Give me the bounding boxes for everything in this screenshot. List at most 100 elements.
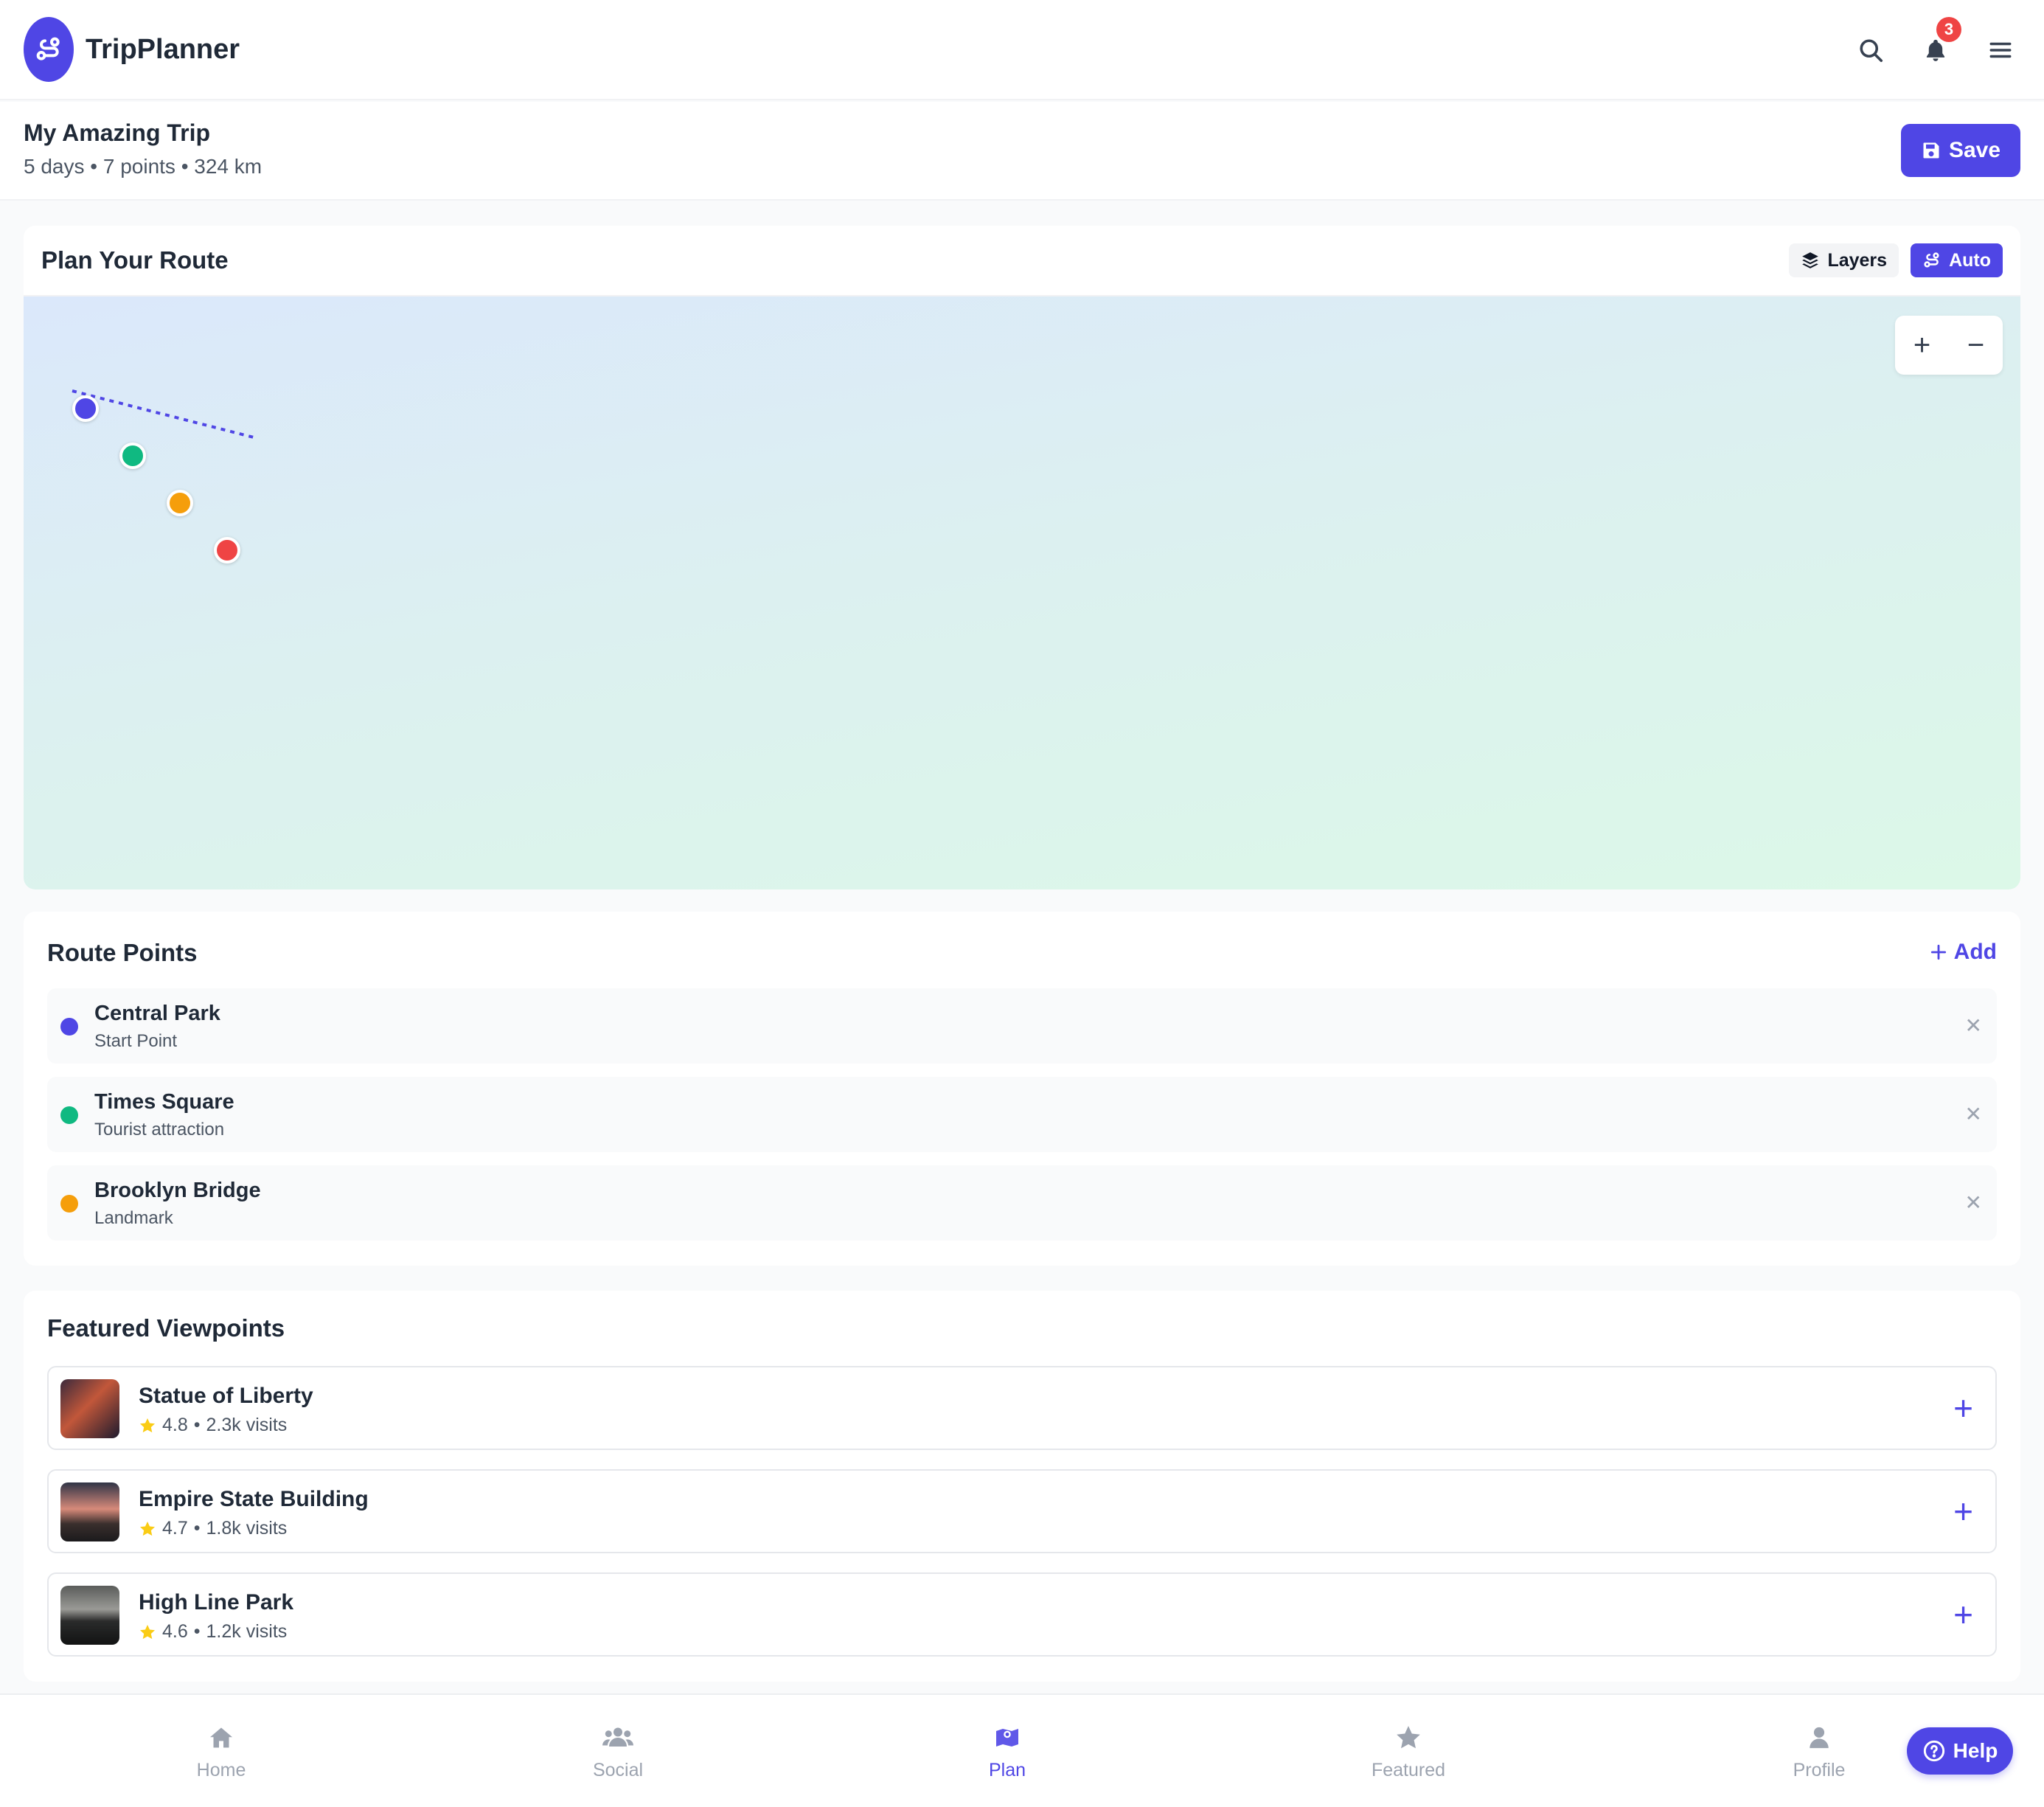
map-marker-4[interactable] xyxy=(214,537,240,563)
layers-button[interactable]: Layers xyxy=(1789,243,1899,277)
viewpoint-meta: 4.7 • 1.8k visits xyxy=(139,1518,287,1539)
notification-badge: 3 xyxy=(1936,17,1961,42)
route-point-item[interactable]: Times Square Tourist attraction ✕ xyxy=(47,1077,1997,1152)
viewpoint-name: Empire State Building xyxy=(139,1487,369,1511)
save-button[interactable]: Save xyxy=(1901,124,2020,177)
route-points-header: Route Points Add xyxy=(24,912,2020,994)
remove-point-button[interactable]: ✕ xyxy=(1965,1102,1982,1126)
viewpoint-visits: 1.8k visits xyxy=(206,1518,288,1539)
question-circle-icon xyxy=(1923,1740,1944,1762)
nav-profile[interactable]: Profile xyxy=(1760,1721,1878,1781)
add-point-button[interactable]: Add xyxy=(1929,940,1997,965)
route-icon xyxy=(1924,252,1939,268)
route-point-type: Landmark xyxy=(94,1208,173,1228)
route-point-item[interactable]: Brooklyn Bridge Landmark ✕ xyxy=(47,1165,1997,1241)
star-icon xyxy=(1397,1726,1420,1749)
viewpoint-meta: 4.8 • 2.3k visits xyxy=(139,1415,287,1436)
route-points-card: Route Points Add Central Park Start Poin… xyxy=(24,912,2020,1266)
star-icon xyxy=(140,1521,155,1536)
nav-featured-label: Featured xyxy=(1371,1760,1446,1780)
viewpoint-visits: 1.2k visits xyxy=(206,1621,288,1642)
help-label: Help xyxy=(1953,1739,1998,1762)
featured-viewpoints-card: Featured Viewpoints Statue of Liberty 4.… xyxy=(24,1291,2020,1682)
map-marker-1[interactable] xyxy=(72,395,99,422)
viewpoint-visits: 2.3k visits xyxy=(206,1415,288,1435)
route-icon xyxy=(36,37,60,60)
route-point-type: Tourist attraction xyxy=(94,1120,225,1140)
layers-label: Layers xyxy=(1827,249,1888,271)
route-point-item[interactable]: Central Park Start Point ✕ xyxy=(47,988,1997,1064)
star-icon xyxy=(140,1624,155,1639)
route-points-title: Route Points xyxy=(47,939,198,966)
nav-plan[interactable]: Plan xyxy=(948,1721,1066,1781)
map-marker-3[interactable] xyxy=(167,490,193,516)
trip-summary-bar: My Amazing Trip 5 days • 7 points • 324 … xyxy=(0,102,2044,201)
map-card-header: Plan Your Route Layers Auto xyxy=(24,226,2020,296)
route-point-dot xyxy=(60,1106,78,1124)
notifications-button[interactable]: 3 xyxy=(1922,17,1961,64)
viewpoint-thumbnail xyxy=(60,1379,119,1438)
search-button[interactable] xyxy=(1857,36,1885,64)
route-point-dot xyxy=(60,1195,78,1213)
viewpoint-thumbnail xyxy=(60,1482,119,1541)
nav-plan-label: Plan xyxy=(988,1760,1026,1780)
viewpoint-meta: 4.6 • 1.2k visits xyxy=(139,1621,287,1643)
viewpoint-name: High Line Park xyxy=(139,1590,294,1614)
nav-profile-label: Profile xyxy=(1793,1760,1846,1780)
route-point-name: Times Square xyxy=(94,1090,234,1114)
route-line xyxy=(72,389,257,440)
map-icon xyxy=(996,1729,1018,1747)
viewpoint-rating: 4.7 xyxy=(162,1518,188,1539)
help-button[interactable]: Help xyxy=(1907,1727,2013,1775)
viewpoint-item[interactable]: Empire State Building 4.7 • 1.8k visits … xyxy=(47,1469,1997,1553)
map-title: Plan Your Route xyxy=(41,246,229,274)
plus-icon xyxy=(1930,944,1946,960)
remove-point-button[interactable]: ✕ xyxy=(1965,1013,1982,1038)
nav-social-label: Social xyxy=(592,1760,644,1780)
trip-meta: 5 days • 7 points • 324 km xyxy=(24,155,263,178)
map-marker-2[interactable] xyxy=(119,443,146,469)
add-viewpoint-button[interactable]: + xyxy=(1953,1493,1973,1530)
route-map-card: Plan Your Route Layers Auto + − xyxy=(24,226,2020,889)
add-viewpoint-button[interactable]: + xyxy=(1953,1596,1973,1633)
search-icon xyxy=(1860,39,1883,63)
app-title: TripPlanner xyxy=(86,33,240,65)
layers-icon xyxy=(1802,252,1819,268)
home-icon xyxy=(210,1727,232,1748)
route-point-name: Central Park xyxy=(94,1002,220,1025)
add-label: Add xyxy=(1953,940,1997,964)
auto-label: Auto xyxy=(1949,249,1991,271)
user-icon xyxy=(1810,1727,1829,1749)
bottom-navigation: Home Social Plan Featured Profile xyxy=(0,1693,2044,1807)
zoom-controls: + − xyxy=(1895,316,2003,375)
viewpoint-rating: 4.6 xyxy=(162,1621,188,1642)
route-point-dot xyxy=(60,1018,78,1036)
hamburger-icon xyxy=(1989,42,2012,58)
nav-social[interactable]: Social xyxy=(559,1721,677,1781)
map-canvas[interactable]: + − xyxy=(24,296,2020,889)
auto-route-button[interactable]: Auto xyxy=(1911,243,2003,277)
viewpoint-item[interactable]: Statue of Liberty 4.8 • 2.3k visits + xyxy=(47,1366,1997,1450)
zoom-out-button[interactable]: − xyxy=(1949,316,2003,375)
route-point-name: Brooklyn Bridge xyxy=(94,1179,261,1202)
users-icon xyxy=(602,1727,633,1747)
menu-button[interactable] xyxy=(1986,36,2015,64)
save-label: Save xyxy=(1948,138,2001,162)
featured-title: Featured Viewpoints xyxy=(47,1314,285,1342)
trip-title: My Amazing Trip xyxy=(24,119,211,146)
star-icon xyxy=(140,1418,155,1432)
zoom-in-button[interactable]: + xyxy=(1895,316,1949,375)
nav-featured[interactable]: Featured xyxy=(1349,1721,1467,1781)
remove-point-button[interactable]: ✕ xyxy=(1965,1190,1982,1215)
route-point-type: Start Point xyxy=(94,1031,178,1051)
nav-home-label: Home xyxy=(196,1760,246,1780)
app-logo[interactable] xyxy=(24,17,74,82)
save-icon xyxy=(1923,142,1939,159)
viewpoint-rating: 4.8 xyxy=(162,1415,188,1435)
app-header: TripPlanner 3 xyxy=(0,0,2044,100)
viewpoint-thumbnail xyxy=(60,1586,119,1645)
viewpoint-item[interactable]: High Line Park 4.6 • 1.2k visits + xyxy=(47,1572,1997,1657)
nav-home[interactable]: Home xyxy=(162,1721,280,1781)
viewpoint-name: Statue of Liberty xyxy=(139,1384,313,1408)
add-viewpoint-button[interactable]: + xyxy=(1953,1390,1973,1426)
